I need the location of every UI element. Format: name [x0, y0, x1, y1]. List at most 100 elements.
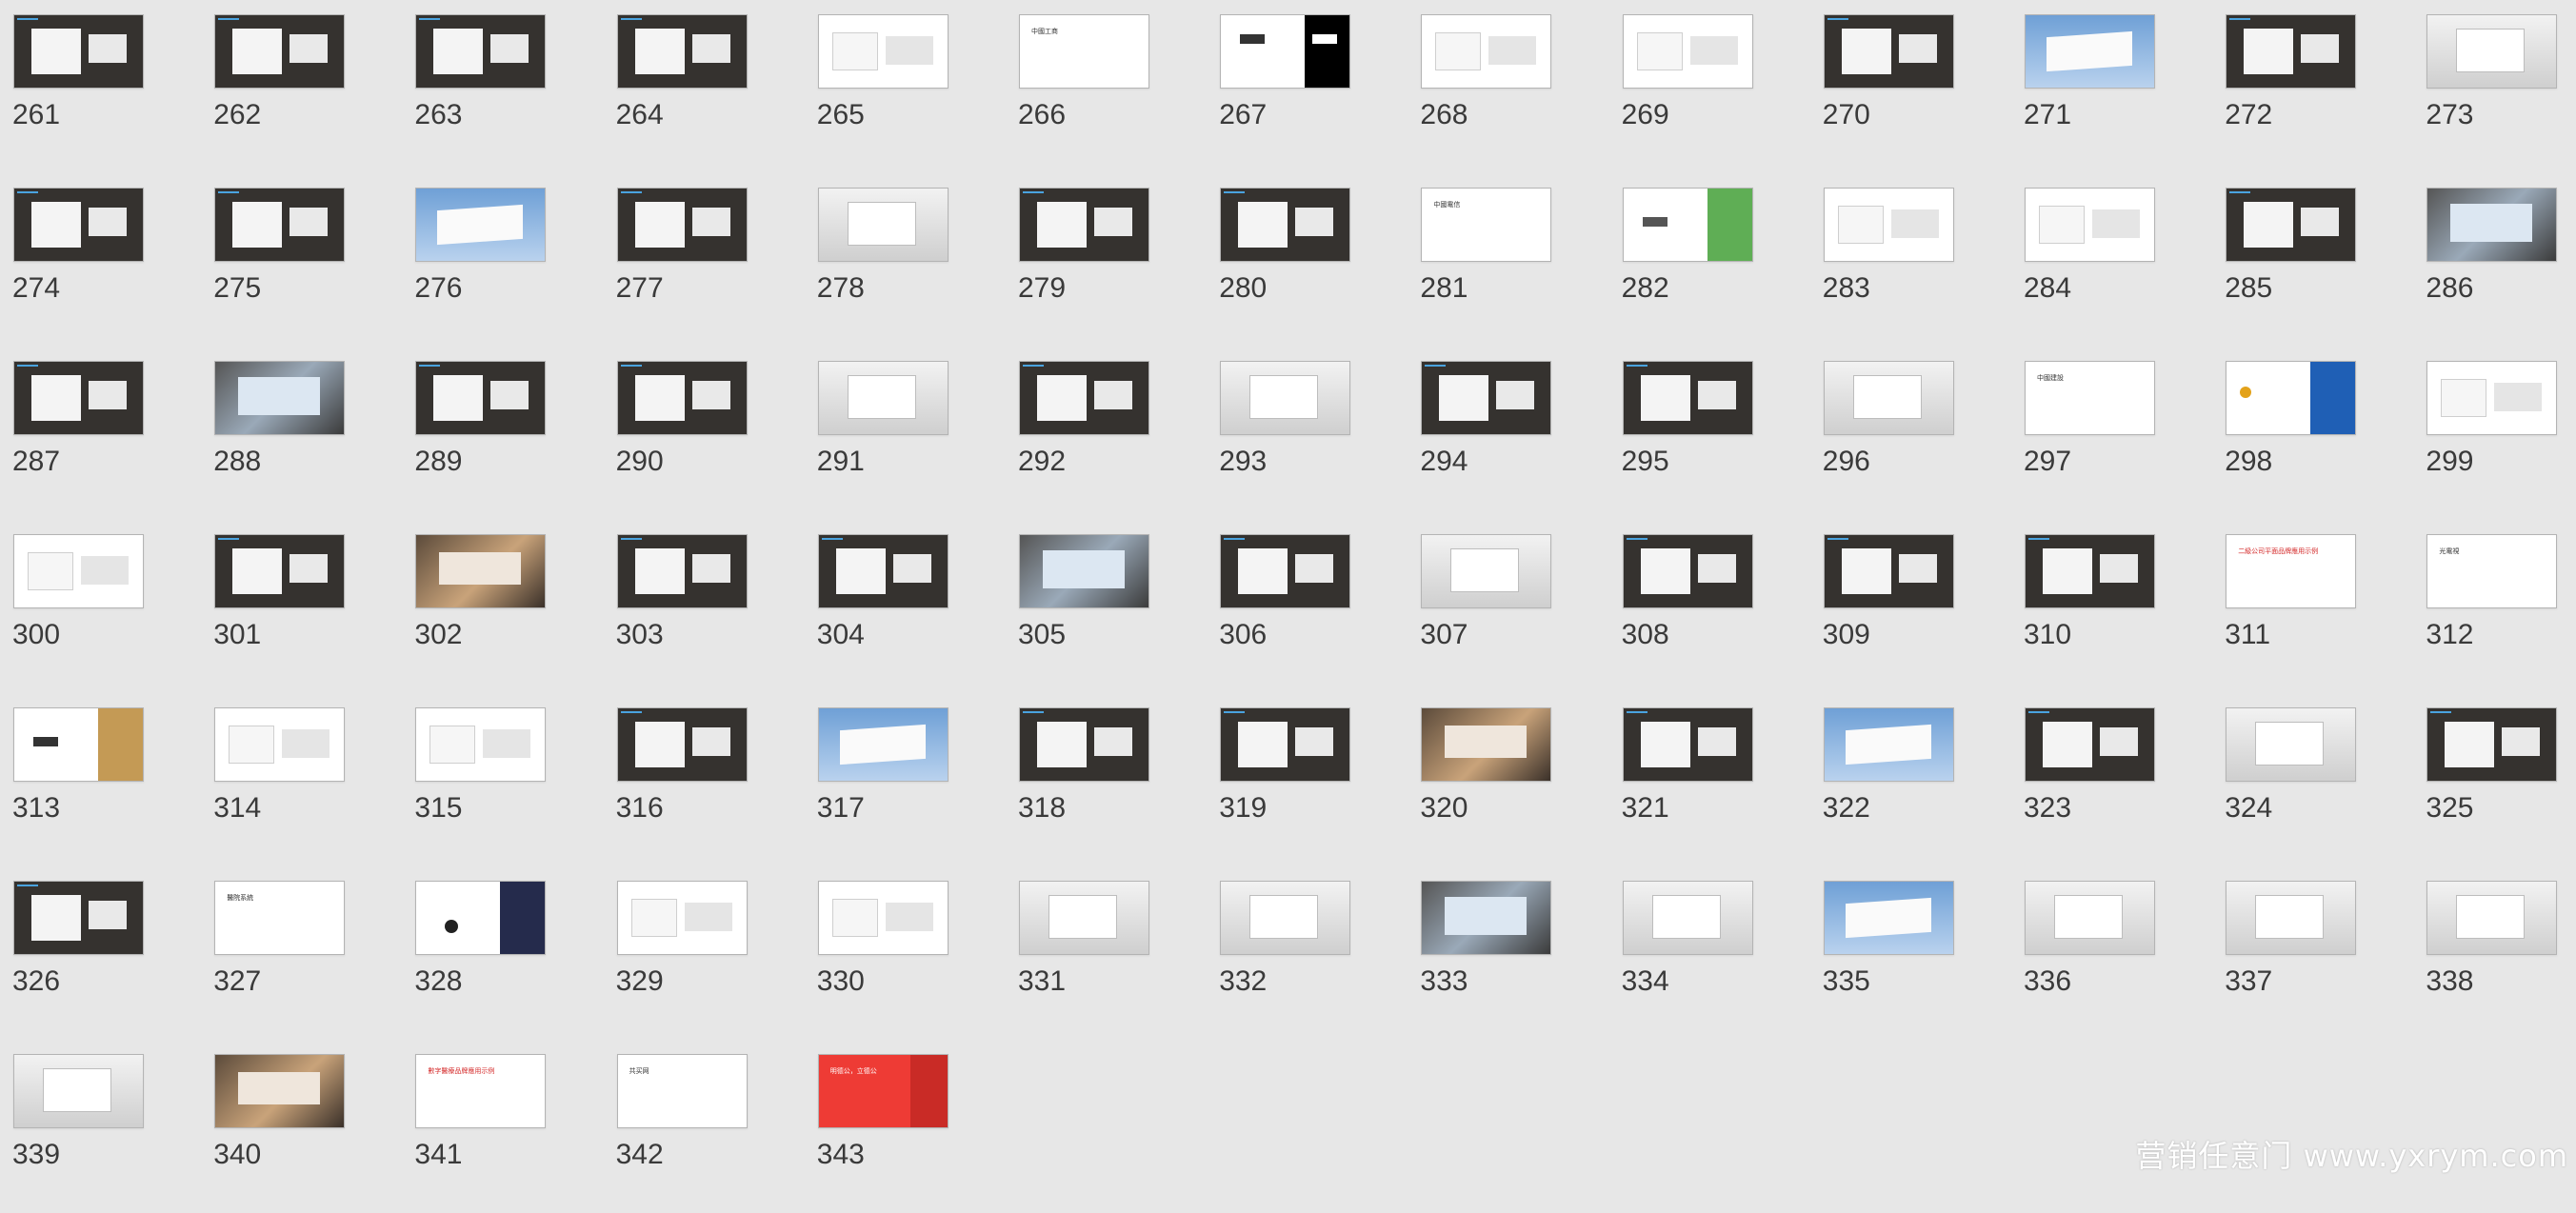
- slide-preview[interactable]: 數字醫療品牌應用示例: [415, 1054, 547, 1128]
- slide-thumbnail-263[interactable]: 263: [402, 0, 603, 173]
- slide-thumbnail-285[interactable]: 285: [2212, 173, 2413, 347]
- slide-thumbnail-301[interactable]: 301: [201, 520, 402, 693]
- slide-thumbnail-341[interactable]: 數字醫療品牌應用示例 341: [402, 1040, 603, 1213]
- slide-thumbnail-296[interactable]: 296: [1810, 347, 2011, 520]
- slide-preview[interactable]: [2426, 707, 2558, 782]
- slide-preview[interactable]: [817, 707, 949, 782]
- slide-thumbnail-338[interactable]: 338: [2413, 866, 2576, 1040]
- slide-preview[interactable]: [1220, 14, 1351, 89]
- slide-preview[interactable]: [1622, 14, 1753, 89]
- slide-thumbnail-329[interactable]: 329: [604, 866, 805, 1040]
- slide-preview[interactable]: [214, 188, 346, 262]
- slide-preview[interactable]: 共买网: [616, 1054, 748, 1128]
- slide-preview[interactable]: 中國建設: [2025, 361, 2155, 435]
- slide-preview[interactable]: [1421, 881, 1552, 955]
- slide-thumbnail-297[interactable]: 中國建設 297: [2011, 347, 2212, 520]
- slide-preview[interactable]: [1823, 707, 1954, 782]
- slide-thumbnail-318[interactable]: 318: [1006, 693, 1207, 866]
- slide-preview[interactable]: [2426, 188, 2558, 262]
- slide-thumbnail-270[interactable]: 270: [1810, 0, 2011, 173]
- slide-preview[interactable]: [415, 188, 547, 262]
- slide-thumbnail-298[interactable]: 298: [2212, 347, 2413, 520]
- slide-preview[interactable]: [1220, 881, 1351, 955]
- slide-thumbnail-310[interactable]: 310: [2011, 520, 2212, 693]
- slide-thumbnail-275[interactable]: 275: [201, 173, 402, 347]
- slide-preview[interactable]: [1622, 881, 1753, 955]
- slide-thumbnail-324[interactable]: 324: [2212, 693, 2413, 866]
- slide-thumbnail-330[interactable]: 330: [805, 866, 1006, 1040]
- slide-preview[interactable]: [2226, 707, 2357, 782]
- slide-thumbnail-276[interactable]: 276: [402, 173, 603, 347]
- slide-preview[interactable]: [13, 14, 144, 89]
- slide-preview[interactable]: [2025, 534, 2155, 608]
- slide-preview[interactable]: [1823, 14, 1954, 89]
- slide-preview[interactable]: [616, 881, 748, 955]
- slide-thumbnail-306[interactable]: 306: [1207, 520, 1408, 693]
- slide-preview[interactable]: [13, 707, 144, 782]
- slide-preview[interactable]: [817, 534, 949, 608]
- slide-thumbnail-309[interactable]: 309: [1810, 520, 2011, 693]
- slide-preview[interactable]: 醫院系統: [214, 881, 346, 955]
- slide-thumbnail-323[interactable]: 323: [2011, 693, 2212, 866]
- slide-preview[interactable]: [13, 361, 144, 435]
- slide-thumbnail-284[interactable]: 284: [2011, 173, 2212, 347]
- slide-preview[interactable]: 明德公，立德公: [817, 1054, 949, 1128]
- slide-thumbnail-303[interactable]: 303: [604, 520, 805, 693]
- slide-preview[interactable]: [214, 707, 346, 782]
- slide-preview[interactable]: [214, 1054, 346, 1128]
- slide-preview[interactable]: [817, 881, 949, 955]
- slide-thumbnail-343[interactable]: 明德公，立德公 343: [805, 1040, 1006, 1213]
- slide-thumbnail-286[interactable]: 286: [2413, 173, 2576, 347]
- slide-preview[interactable]: [1019, 188, 1149, 262]
- slide-thumbnail-326[interactable]: 326: [0, 866, 201, 1040]
- slide-preview[interactable]: [13, 534, 144, 608]
- slide-preview[interactable]: [415, 361, 547, 435]
- slide-thumbnail-261[interactable]: 261: [0, 0, 201, 173]
- slide-thumbnail-293[interactable]: 293: [1207, 347, 1408, 520]
- slide-preview[interactable]: [616, 361, 748, 435]
- slide-thumbnail-295[interactable]: 295: [1609, 347, 1810, 520]
- slide-preview[interactable]: [2426, 361, 2558, 435]
- slide-thumbnail-325[interactable]: 325: [2413, 693, 2576, 866]
- slide-thumbnail-337[interactable]: 337: [2212, 866, 2413, 1040]
- slide-preview[interactable]: [1019, 881, 1149, 955]
- slide-thumbnail-336[interactable]: 336: [2011, 866, 2212, 1040]
- slide-preview[interactable]: [415, 881, 547, 955]
- slide-thumbnail-304[interactable]: 304: [805, 520, 1006, 693]
- slide-preview[interactable]: [1220, 534, 1351, 608]
- slide-preview[interactable]: 二級公司平面品牌應用示例: [2226, 534, 2357, 608]
- slide-thumbnail-266[interactable]: 中國工商 266: [1006, 0, 1207, 173]
- slide-preview[interactable]: [13, 881, 144, 955]
- slide-thumbnail-313[interactable]: 313: [0, 693, 201, 866]
- slide-thumbnail-327[interactable]: 醫院系統 327: [201, 866, 402, 1040]
- slide-preview[interactable]: 中國電信: [1421, 188, 1552, 262]
- slide-preview[interactable]: [1019, 361, 1149, 435]
- slide-thumbnail-289[interactable]: 289: [402, 347, 603, 520]
- slide-thumbnail-320[interactable]: 320: [1408, 693, 1608, 866]
- slide-preview[interactable]: [1421, 361, 1552, 435]
- slide-thumbnail-267[interactable]: 267: [1207, 0, 1408, 173]
- slide-thumbnail-314[interactable]: 314: [201, 693, 402, 866]
- slide-preview[interactable]: [817, 361, 949, 435]
- slide-preview[interactable]: [2426, 881, 2558, 955]
- slide-thumbnail-277[interactable]: 277: [604, 173, 805, 347]
- slide-preview[interactable]: [1823, 881, 1954, 955]
- slide-thumbnail-279[interactable]: 279: [1006, 173, 1207, 347]
- slide-preview[interactable]: [2226, 14, 2357, 89]
- slide-thumbnail-305[interactable]: 305: [1006, 520, 1207, 693]
- slide-thumbnail-278[interactable]: 278: [805, 173, 1006, 347]
- slide-thumbnail-262[interactable]: 262: [201, 0, 402, 173]
- slide-preview[interactable]: [214, 361, 346, 435]
- slide-preview[interactable]: [1421, 534, 1552, 608]
- slide-thumbnail-271[interactable]: 271: [2011, 0, 2212, 173]
- slide-preview[interactable]: [2226, 361, 2357, 435]
- slide-preview[interactable]: [2025, 14, 2155, 89]
- slide-preview[interactable]: [616, 14, 748, 89]
- slide-thumbnail-292[interactable]: 292: [1006, 347, 1207, 520]
- slide-preview[interactable]: [1823, 534, 1954, 608]
- slide-thumbnail-294[interactable]: 294: [1408, 347, 1608, 520]
- slide-thumbnail-322[interactable]: 322: [1810, 693, 2011, 866]
- slide-preview[interactable]: [817, 188, 949, 262]
- slide-preview[interactable]: [1421, 707, 1552, 782]
- slide-preview[interactable]: [2226, 188, 2357, 262]
